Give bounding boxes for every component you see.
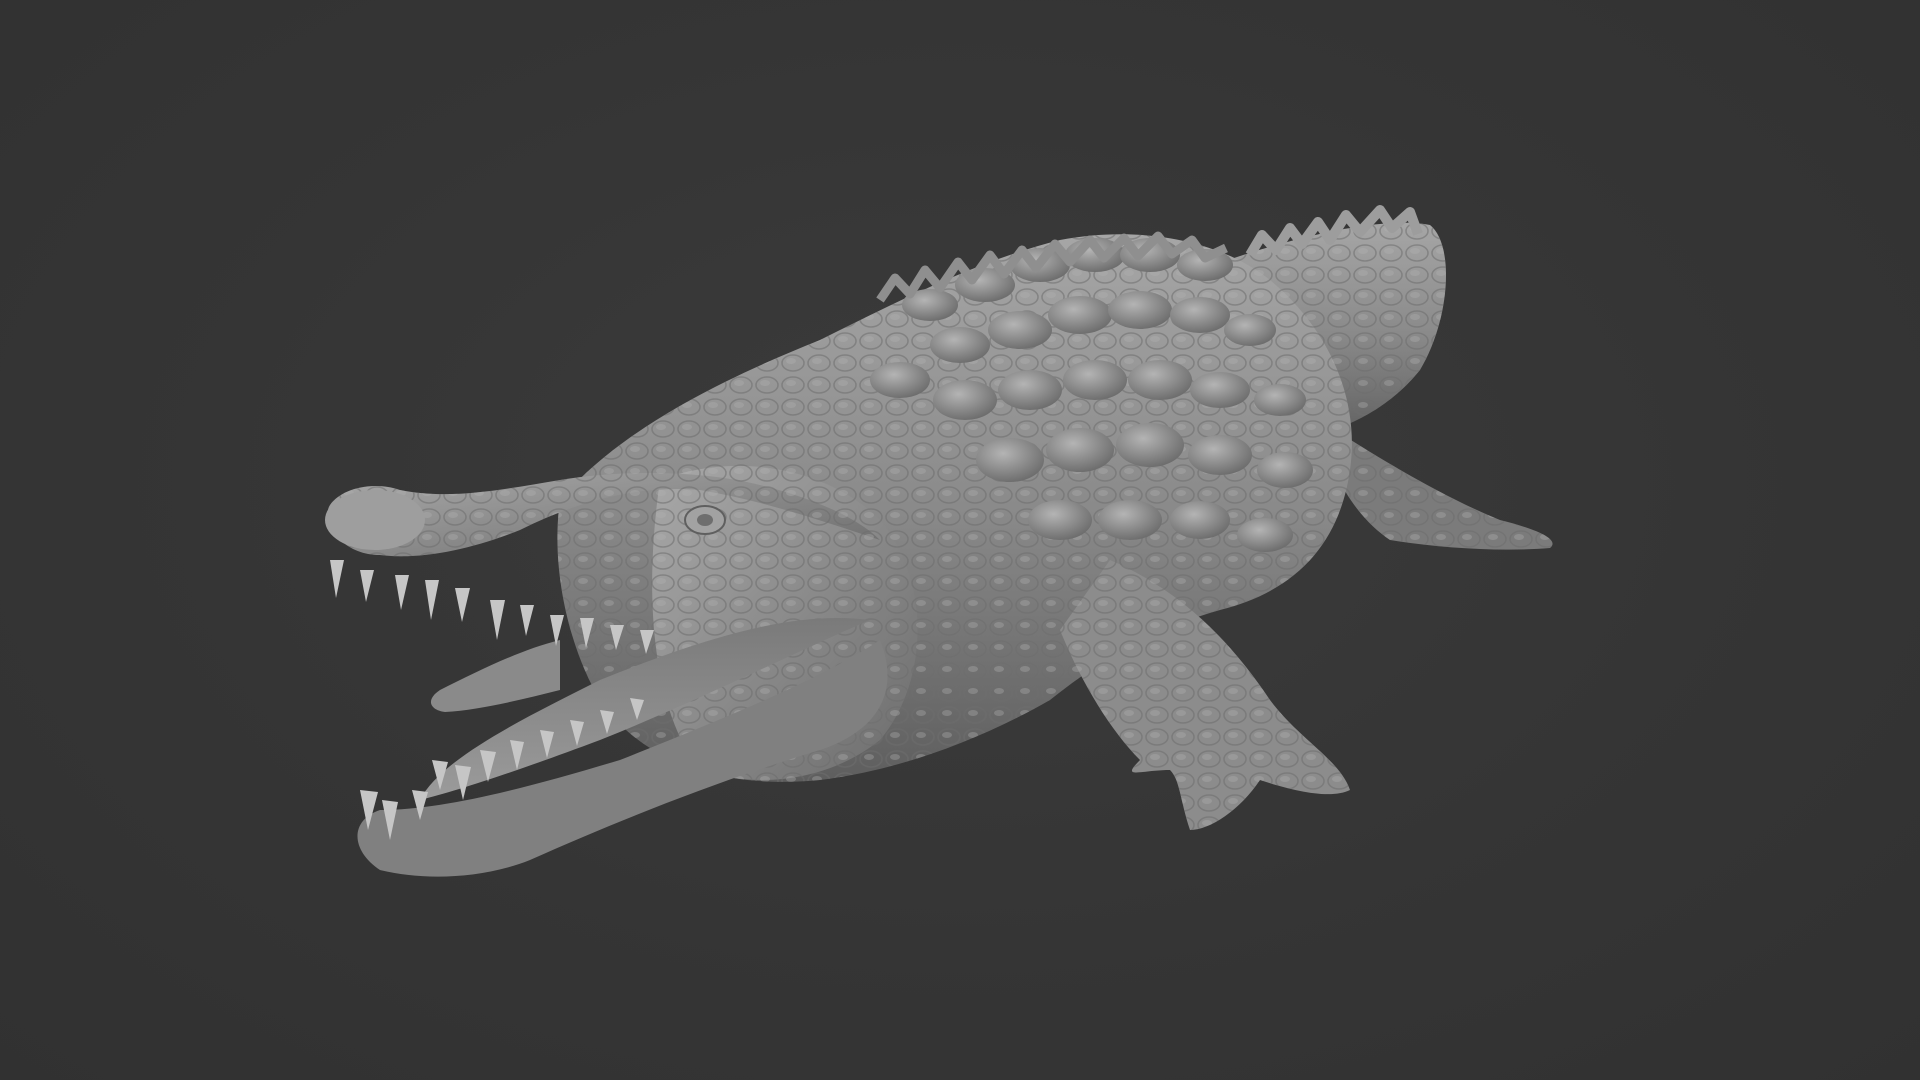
crocodile-sculpt-model[interactable] bbox=[0, 0, 1920, 1080]
crocodile-eye bbox=[684, 505, 726, 535]
3d-viewport[interactable] bbox=[0, 0, 1920, 1080]
crocodile-left-front-leg bbox=[430, 640, 560, 712]
crocodile-back-leg bbox=[1320, 420, 1553, 550]
